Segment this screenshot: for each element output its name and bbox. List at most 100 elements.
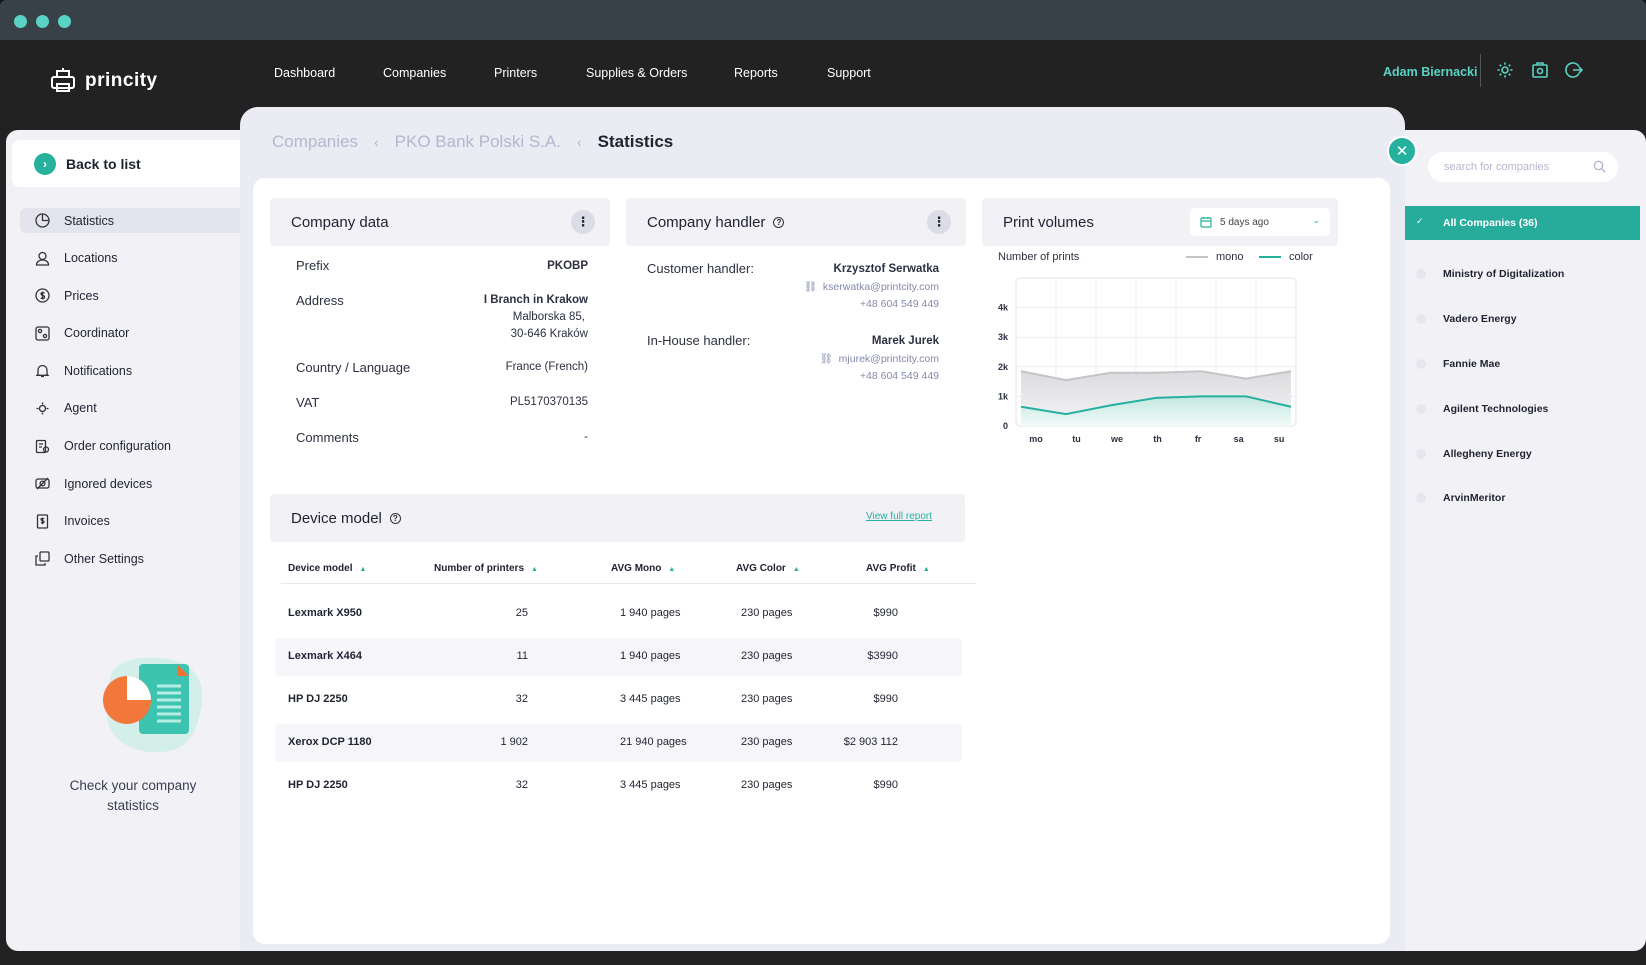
th-device-model[interactable]: Device model ▲ <box>288 563 366 574</box>
search-input[interactable]: search for companies <box>1428 152 1618 182</box>
radio-circle[interactable] <box>1416 449 1426 459</box>
table-row[interactable]: Lexmark X950 25 1 940 pages 230 pages $9… <box>275 595 962 633</box>
camera-icon[interactable] <box>1530 60 1550 80</box>
sidebar-item-agent[interactable]: Agent <box>20 396 256 421</box>
legend-color: color <box>1259 251 1313 263</box>
breadcrumb-companies[interactable]: Companies <box>272 132 358 152</box>
country-label: Country / Language <box>296 360 411 375</box>
breadcrumb-company[interactable]: PKO Bank Polski S.A. <box>395 132 561 152</box>
cell-avg-color: 230 pages <box>741 736 793 748</box>
print-volumes-header: Print volumes 5 days ago ⌄ <box>982 198 1338 246</box>
sidebar-item-order-configuration[interactable]: Order configuration <box>20 434 256 459</box>
pie-chart-icon <box>34 213 50 229</box>
y-tick-label: 4k <box>998 303 1009 313</box>
company-item[interactable]: Ministry of Digitalization <box>1405 257 1640 291</box>
back-to-list-button[interactable]: › Back to list <box>12 140 250 187</box>
chart-subtitle: Number of prints <box>998 251 1080 263</box>
chevron-right-icon: › <box>34 152 56 175</box>
info-icon[interactable]: ? <box>773 216 785 228</box>
nav-reports[interactable]: Reports <box>734 66 778 80</box>
sidebar-item-label: Ignored devices <box>64 476 153 491</box>
address-line-2: Malborska 85, <box>512 311 585 323</box>
x-tick-label: tu <box>1072 434 1081 444</box>
cell-device-model: HP DJ 2250 <box>288 779 348 791</box>
nav-supplies-orders[interactable]: Supplies & Orders <box>586 66 687 80</box>
close-icon: ✕ <box>1395 143 1409 160</box>
company-item-label: ArvinMeritor <box>1443 492 1506 504</box>
company-item[interactable]: Agilent Technologies <box>1405 392 1640 426</box>
search-icon[interactable] <box>1593 160 1606 173</box>
cell-device-model: Lexmark X464 <box>288 650 362 662</box>
company-item[interactable]: ArvinMeritor <box>1405 481 1640 515</box>
view-full-report-link[interactable]: View full report <box>866 511 932 522</box>
nav-divider <box>1480 54 1481 87</box>
window-minimize-dot[interactable] <box>36 15 49 28</box>
calendar-icon <box>1200 217 1212 228</box>
radio-circle[interactable] <box>1416 404 1426 414</box>
company-item[interactable]: Fannie Mae <box>1405 347 1640 381</box>
customer-handler-email[interactable]: ⛓ kserwatka@printcity.com <box>804 279 939 296</box>
cell-avg-profit: $990 <box>873 779 898 791</box>
companies-panel: search for companies ✓ All Companies (36… <box>1405 130 1646 951</box>
th-avg-color[interactable]: AVG Color ▲ <box>736 563 800 574</box>
cell-number-of-printers: 32 <box>515 693 528 705</box>
table-row[interactable]: Xerox DCP 1180 1 902 21 940 pages 230 pa… <box>275 724 962 762</box>
company-item[interactable]: Vadero Energy <box>1405 302 1640 336</box>
table-row[interactable]: HP DJ 2250 32 3 445 pages 230 pages $990 <box>275 767 962 805</box>
company-item[interactable]: Allegheny Energy <box>1405 437 1640 471</box>
table-row[interactable]: HP DJ 2250 32 3 445 pages 230 pages $990 <box>275 681 962 719</box>
chevron-left-icon: ‹ <box>374 134 379 150</box>
sidebar-item-other-settings[interactable]: Other Settings <box>20 546 256 571</box>
sidebar-item-label: Order configuration <box>64 439 172 454</box>
company-item-label: Allegheny Energy <box>1443 448 1532 460</box>
nav-companies[interactable]: Companies <box>378 42 446 100</box>
sidebar-item-coordinator[interactable]: Coordinator <box>20 321 256 346</box>
sidebar-item-statistics[interactable]: Statistics <box>20 208 256 233</box>
print-volumes-title: Print volumes <box>1003 213 1094 231</box>
logout-icon[interactable] <box>1564 60 1584 80</box>
sort-up-icon: ▲ <box>922 566 930 573</box>
inhouse-handler-email[interactable]: ⛓ mjurek@printcity.com <box>819 351 939 368</box>
th-avg-mono[interactable]: AVG Mono ▲ <box>611 563 675 574</box>
customer-handler-phone: +48 604 549 449 <box>859 298 939 310</box>
sidebar-item-label: Coordinator <box>64 326 130 341</box>
cell-avg-mono: 3 445 pages <box>620 779 681 791</box>
company-item-all[interactable]: ✓ All Companies (36) <box>1405 206 1640 240</box>
window-close-dot[interactable] <box>14 15 27 28</box>
sidebar-item-ignored-devices[interactable]: Ignored devices <box>20 471 256 496</box>
user-name[interactable]: Adam Biernacki <box>1383 65 1477 79</box>
chevron-left-icon: ‹ <box>576 134 582 150</box>
dollar-icon <box>34 288 50 304</box>
nav-dashboard[interactable]: Dashboard <box>274 66 335 80</box>
radio-circle[interactable] <box>1416 269 1426 279</box>
radio-circle[interactable] <box>1416 314 1426 324</box>
date-range-select[interactable]: 5 days ago ⌄ <box>1190 208 1330 236</box>
sidebar-item-locations[interactable]: Locations <box>20 246 256 271</box>
cell-device-model: Xerox DCP 1180 <box>288 736 372 748</box>
gear-icon[interactable] <box>1495 60 1515 80</box>
inhouse-email-text: mjurek@printcity.com <box>838 353 939 365</box>
sidebar-item-prices[interactable]: Prices <box>20 283 256 308</box>
radio-circle[interactable] <box>1416 359 1426 369</box>
address-label: Address <box>296 293 344 308</box>
window-maximize-dot[interactable] <box>58 15 71 28</box>
sort-up-icon: ▲ <box>531 566 538 573</box>
table-row[interactable]: Lexmark X464 11 1 940 pages 230 pages $3… <box>275 638 962 676</box>
sidebar-item-notifications[interactable]: Notifications <box>20 358 256 383</box>
more-vertical-icon[interactable]: ⋮ <box>571 210 595 234</box>
coordinator-icon <box>34 325 50 341</box>
radio-circle[interactable] <box>1416 493 1426 503</box>
more-vertical-icon[interactable]: ⋮ <box>927 210 951 234</box>
check-icon: ✓ <box>1416 216 1424 226</box>
sidebar-item-invoices[interactable]: Invoices <box>20 509 256 534</box>
info-icon[interactable]: ? <box>389 512 401 524</box>
sidebar-item-label: Notifications <box>64 363 133 378</box>
th-avg-profit[interactable]: AVG Profit ▲ <box>866 563 930 574</box>
x-tick-label: mo <box>1029 434 1043 444</box>
th-number-of-printers[interactable]: Number of printers ▲ <box>434 563 538 574</box>
logo[interactable]: princity <box>49 68 158 94</box>
nav-printers[interactable]: Printers <box>494 66 537 80</box>
x-tick-label: sa <box>1234 434 1245 444</box>
nav-support[interactable]: Support <box>827 66 871 80</box>
close-panel-button[interactable]: ✕ <box>1387 136 1417 166</box>
